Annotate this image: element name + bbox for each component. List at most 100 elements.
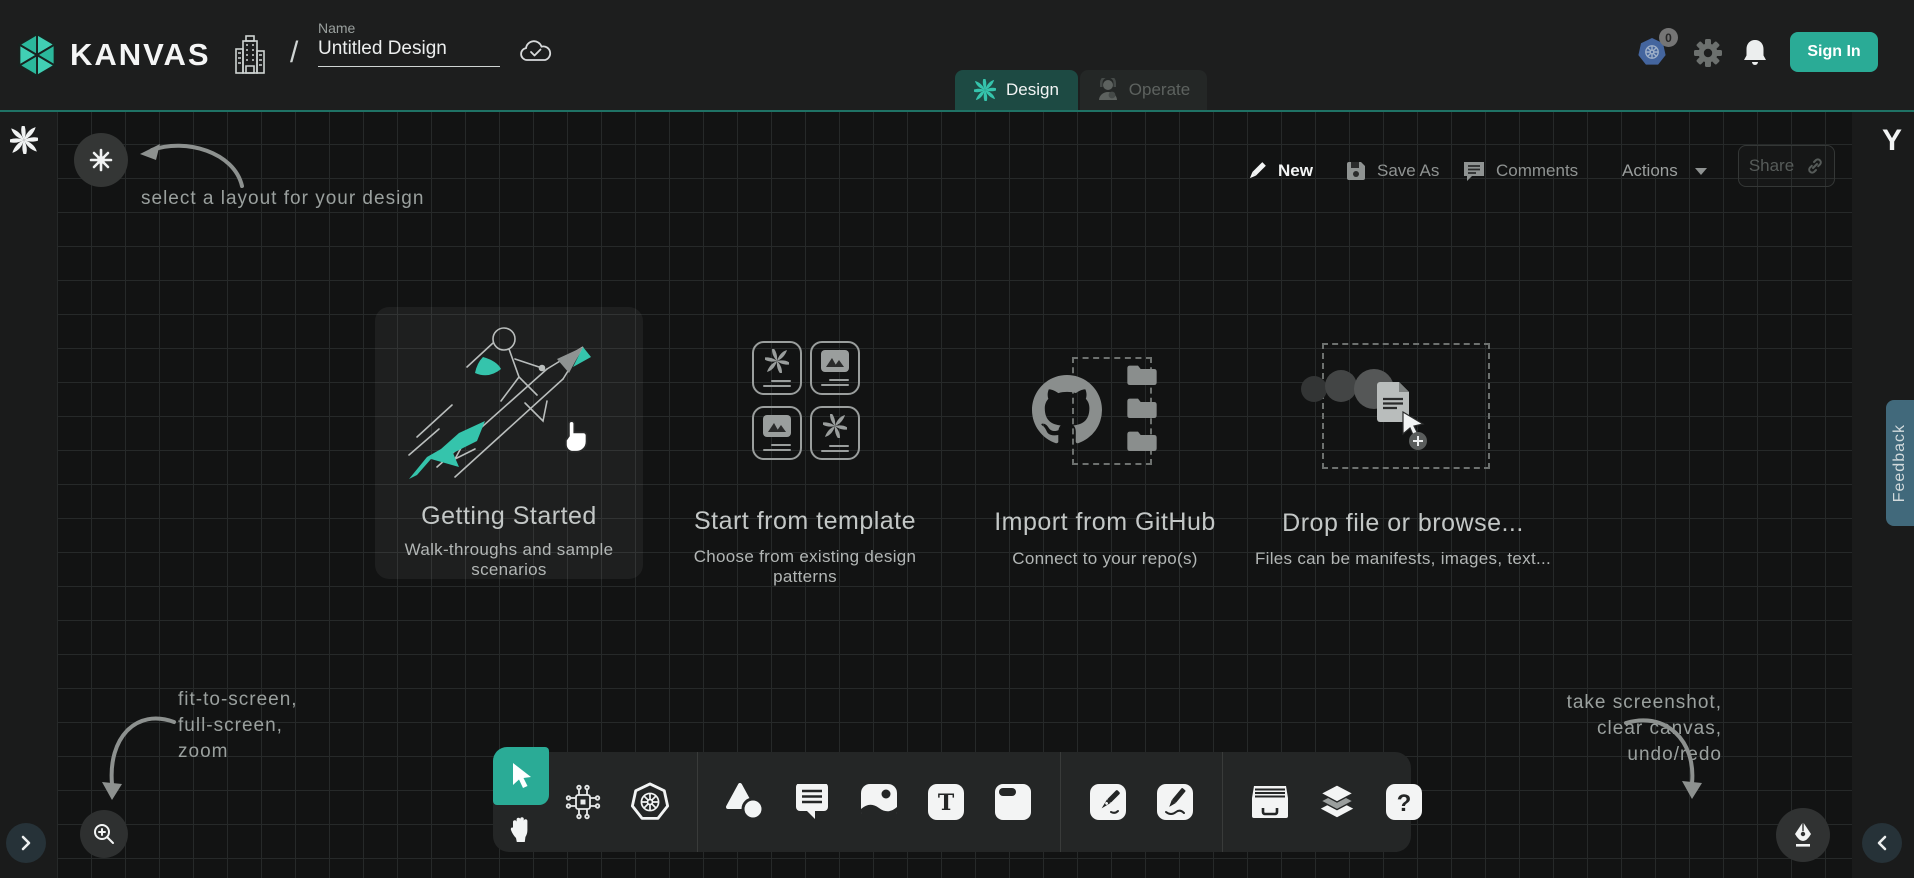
share-button[interactable]: Share [1738, 145, 1835, 187]
spiral-icon[interactable] [10, 126, 38, 154]
layout-picker-button[interactable] [74, 133, 128, 187]
tab-operate[interactable]: Operate [1080, 70, 1207, 110]
card-subtitle: Files can be manifests, images, text... [1253, 549, 1553, 569]
sign-in-button[interactable]: Sign In [1790, 32, 1878, 72]
card-getting-started[interactable]: Getting Started Walk-throughs and sample… [375, 307, 643, 579]
toolbar-divider [1222, 752, 1223, 852]
brand-name: KANVAS [70, 37, 211, 73]
floppy-save-icon [1345, 160, 1367, 182]
design-name-input[interactable] [318, 36, 500, 67]
canvas-hint-arrow [1616, 715, 1711, 810]
operate-headset-icon [1097, 78, 1119, 102]
brand-hexagon-icon [14, 31, 60, 79]
pen-nib-button[interactable] [1776, 808, 1830, 862]
zoom-hint-arrow [96, 712, 188, 812]
card-start-from-template[interactable]: Start from template Choose from existing… [680, 307, 930, 579]
pencil-tool[interactable] [1155, 782, 1195, 822]
card-title: Drop file or browse... [1268, 509, 1538, 538]
expand-left-panel-button[interactable] [6, 823, 46, 863]
card-title: Start from template [680, 507, 930, 536]
pointer-hand-cursor [560, 419, 590, 453]
card-drop-file[interactable]: Drop file or browse... Files can be mani… [1298, 307, 1508, 579]
card-subtitle: Walk-throughs and sample scenarios [375, 540, 643, 580]
select-tool-button[interactable] [493, 747, 549, 805]
github-logo-icon [1032, 375, 1102, 445]
connector-chip-tool[interactable] [563, 782, 603, 822]
help-tool[interactable]: ? [1384, 782, 1424, 822]
pen-tool[interactable] [1088, 782, 1128, 822]
zoom-in-button[interactable] [80, 810, 128, 858]
comment-bubble-icon [1462, 160, 1486, 182]
folder-icon [1126, 396, 1158, 420]
pencil-new-icon [1246, 160, 1268, 182]
hint-line: full-screen, [178, 713, 298, 739]
card-subtitle: Choose from existing design patterns [680, 547, 930, 587]
new-button[interactable]: New [1246, 155, 1313, 187]
image-tool[interactable] [859, 782, 899, 822]
kubernetes-tool[interactable] [630, 782, 670, 822]
pan-tool-button[interactable] [493, 808, 549, 852]
text-tool[interactable]: T [926, 782, 966, 822]
collapse-right-panel-button[interactable] [1862, 823, 1902, 863]
name-label: Name [318, 20, 500, 36]
design-pinwheel-icon [974, 79, 996, 101]
note-tool[interactable] [993, 782, 1033, 822]
share-label: Share [1749, 156, 1794, 176]
hint-line: fit-to-screen, [178, 687, 298, 713]
comment-tool[interactable] [792, 782, 832, 822]
card-title: Import from GitHub [970, 508, 1240, 537]
toolbar-divider [1060, 752, 1061, 852]
actions-dropdown[interactable]: Actions [1622, 155, 1708, 187]
canvas-top-accent [0, 110, 1914, 112]
folder-icon [1126, 363, 1158, 387]
svg-text:?: ? [1397, 790, 1412, 817]
template-tile-pinwheel [752, 341, 802, 395]
card-subtitle: Connect to your repo(s) [1000, 549, 1210, 569]
tab-design[interactable]: Design [955, 70, 1078, 110]
tab-design-label: Design [1006, 80, 1059, 100]
layers-tool[interactable] [1317, 782, 1357, 822]
cloud-synced-icon [518, 38, 554, 66]
template-tile-image [752, 406, 802, 460]
template-thumbnails [752, 341, 860, 460]
hint-line: take screenshot, [1530, 690, 1722, 716]
design-name-field: Name [318, 20, 500, 67]
save-as-button[interactable]: Save As [1345, 155, 1439, 187]
tool-icons-row: T [563, 752, 1424, 852]
brand[interactable]: KANVAS [14, 31, 211, 79]
pan-hand-icon [508, 816, 534, 844]
layout-hint-arrow [138, 134, 248, 192]
cluster-status[interactable]: 0 [1636, 36, 1668, 68]
save-as-label: Save As [1377, 161, 1439, 181]
card-import-github[interactable]: Import from GitHub Connect to your repo(… [1000, 307, 1210, 579]
feedback-tab[interactable]: Feedback [1886, 400, 1914, 526]
bottom-toolbar: T [493, 752, 1411, 852]
breadcrumb-separator: / [290, 36, 298, 70]
share-link-icon [1806, 157, 1824, 175]
feedback-label: Feedback [1891, 424, 1909, 502]
layout-hint-text: select a layout for your design [141, 188, 424, 210]
new-label: New [1278, 161, 1313, 181]
cluster-count-badge: 0 [1659, 28, 1678, 47]
template-tile-pinwheel [810, 406, 860, 460]
select-cursor-icon [508, 761, 534, 791]
drawer-tool[interactable] [1250, 782, 1290, 822]
settings-gear-icon[interactable] [1694, 39, 1722, 67]
left-rail [0, 110, 57, 878]
caret-down-icon [1694, 167, 1708, 176]
comments-button[interactable]: Comments [1462, 155, 1578, 187]
canvas-area: Y Feedback select a layout for your desi… [0, 110, 1914, 878]
template-tile-image [810, 341, 860, 395]
zoom-hint-text: fit-to-screen, full-screen, zoom [178, 687, 298, 765]
organization-building-icon[interactable] [232, 33, 268, 75]
toolbar-divider [697, 752, 698, 852]
hint-line: zoom [178, 739, 298, 765]
actions-label: Actions [1622, 161, 1678, 181]
tab-operate-label: Operate [1129, 80, 1190, 100]
shapes-tool[interactable] [725, 782, 765, 822]
app-header: KANVAS / Name [0, 0, 1914, 110]
add-plus-badge [1408, 431, 1428, 451]
notifications-bell-icon[interactable] [1742, 38, 1768, 68]
svg-text:T: T [938, 790, 955, 816]
comments-label: Comments [1496, 161, 1578, 181]
